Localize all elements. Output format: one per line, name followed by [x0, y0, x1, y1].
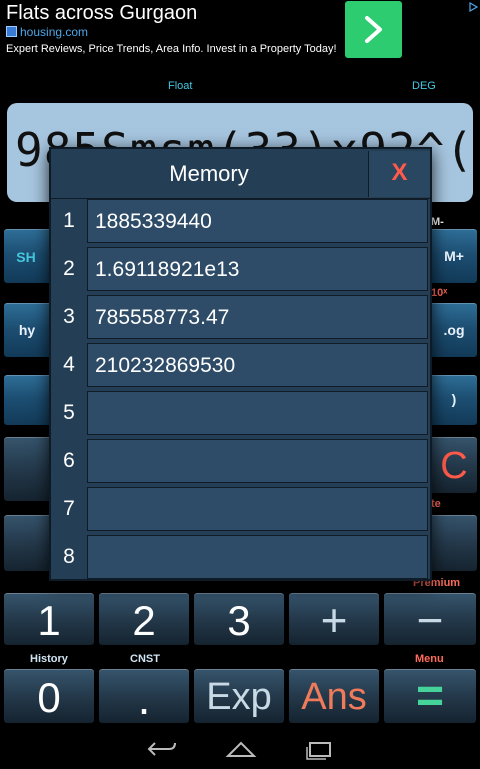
key-ans[interactable]: Ans [288, 668, 380, 724]
key-three-label: 3 [227, 597, 251, 644]
key-plus[interactable]: + [288, 592, 380, 646]
ad-site-label: housing.com [20, 25, 89, 39]
memory-slot-value[interactable]: 210232869530 [87, 343, 428, 387]
close-icon: X [391, 159, 408, 186]
memory-dialog-title: Memory [169, 161, 249, 186]
memory-dialog-header: Memory X [51, 149, 430, 199]
memory-slot-index: 8 [63, 545, 75, 568]
key-zero-label: 0 [37, 674, 61, 721]
close-button[interactable]: X [368, 151, 430, 197]
ten-pow-label: 10ˣ [431, 287, 448, 299]
key-dot[interactable]: . [98, 668, 190, 724]
clear-key-label: C [440, 445, 468, 487]
memory-slot-index: 1 [63, 209, 75, 232]
key-one-label: 1 [37, 597, 61, 644]
angle-mode-label: DEG [412, 80, 436, 92]
system-nav-bar [0, 730, 480, 769]
history-label: History [30, 653, 68, 665]
site-favicon-icon [6, 26, 17, 37]
memory-slot-value[interactable] [87, 391, 428, 435]
memory-slot-1[interactable]: 1 1885339440 [51, 197, 430, 245]
key-one[interactable]: 1 [3, 592, 95, 646]
memory-slot-value[interactable] [87, 535, 428, 579]
ad-go-button[interactable] [345, 1, 402, 58]
key-dot-label: . [137, 672, 151, 724]
memory-slot-index: 7 [63, 497, 75, 520]
key-two-label: 2 [132, 597, 156, 644]
key-minus-label: − [416, 594, 444, 646]
menu-label: Menu [415, 653, 444, 665]
log-key-label: .og [443, 322, 465, 338]
memory-slot-index: 2 [63, 257, 75, 280]
key-equals[interactable]: = [383, 668, 477, 724]
ad-description: Expert Reviews, Price Trends, Area Info.… [6, 43, 337, 55]
memory-slot-value[interactable]: 1885339440 [87, 199, 428, 243]
memory-slot-value[interactable]: 785558773.47 [87, 295, 428, 339]
back-icon[interactable] [145, 738, 179, 760]
memory-slot-index: 5 [63, 401, 75, 424]
key-minus[interactable]: − [383, 592, 477, 646]
memory-dialog: Memory X 1 1885339440 2 1.69118921e13 3 … [49, 147, 432, 581]
chevron-right-icon [365, 16, 382, 43]
home-icon[interactable] [224, 738, 258, 760]
key-ans-label: Ans [301, 676, 367, 718]
key-zero[interactable]: 0 [3, 668, 95, 724]
memory-slot-2[interactable]: 2 1.69118921e13 [51, 245, 430, 293]
ad-banner[interactable]: Flats across Gurgaon housing.com Expert … [0, 0, 480, 66]
memory-slot-value[interactable] [87, 487, 428, 531]
memory-slot-3[interactable]: 3 785558773.47 [51, 293, 430, 341]
m-minus-label: M- [431, 216, 444, 228]
minus-sub-label: te [431, 498, 441, 510]
key-exp-label: Exp [206, 676, 272, 718]
cnst-label: CNST [130, 653, 160, 665]
close-paren-key-label: ) [451, 391, 457, 407]
float-mode-label: Float [168, 80, 193, 92]
ad-title[interactable]: Flats across Gurgaon [6, 2, 197, 25]
memory-slot-value[interactable] [87, 439, 428, 483]
memory-slot-4[interactable]: 4 210232869530 [51, 341, 430, 389]
memory-slot-index: 6 [63, 449, 75, 472]
ad-site[interactable]: housing.com [6, 25, 88, 39]
memory-slot-6[interactable]: 6 [51, 437, 430, 485]
key-two[interactable]: 2 [98, 592, 190, 646]
memory-slot-5[interactable]: 5 [51, 389, 430, 437]
key-three[interactable]: 3 [193, 592, 285, 646]
m-plus-key-label: M+ [444, 248, 464, 264]
memory-slot-value[interactable]: 1.69118921e13 [87, 247, 428, 291]
recents-icon[interactable] [302, 738, 336, 760]
key-equals-label: = [415, 670, 445, 723]
ad-choices-icon[interactable] [468, 2, 478, 12]
key-exp[interactable]: Exp [193, 668, 285, 724]
memory-slot-index: 3 [63, 305, 75, 328]
memory-slot-index: 4 [63, 353, 75, 376]
memory-slot-8[interactable]: 8 [51, 533, 430, 581]
key-plus-label: + [320, 594, 348, 646]
memory-slot-7[interactable]: 7 [51, 485, 430, 533]
